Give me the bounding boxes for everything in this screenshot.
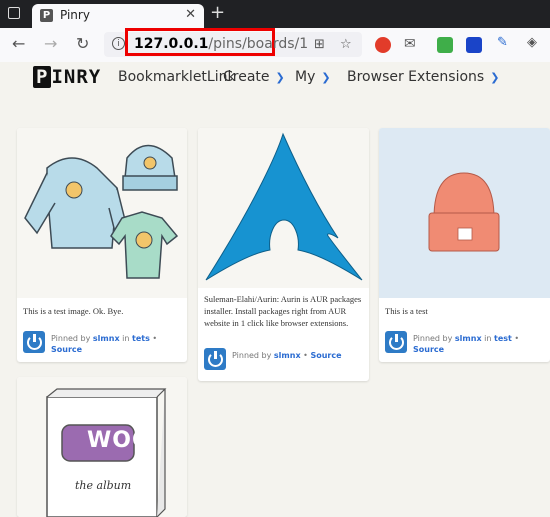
- pin-image-clothes[interactable]: [17, 128, 187, 298]
- tab-title: Pinry: [60, 8, 90, 22]
- menu-my[interactable]: My ❯: [295, 69, 331, 85]
- pin-card[interactable]: Suleman-Elahi/Aurin: Aurin is AUR packag…: [198, 128, 369, 381]
- pin-description: This is a test: [385, 306, 428, 316]
- mail-icon[interactable]: ✉: [404, 36, 416, 52]
- menu-browser-extensions-label: Browser Extensions: [347, 69, 485, 85]
- pin-user-link[interactable]: slmnx: [274, 351, 301, 360]
- pin-in-label: in: [122, 334, 130, 343]
- pin-source-link[interactable]: Source: [51, 345, 82, 354]
- browser-tab-bar: P Pinry ✕ +: [0, 0, 550, 28]
- pinry-header: P INRY BookmarkletLink Create ❯ My ❯ Browse…: [0, 62, 550, 96]
- chevron-down-icon: ❯: [490, 71, 500, 84]
- menu-browser-extensions[interactable]: Browser Extensions ❯: [347, 69, 499, 85]
- menu-create[interactable]: Create ❯: [223, 69, 285, 85]
- pin-card[interactable]: WOO the album: [17, 377, 187, 517]
- extension-red-icon[interactable]: [375, 37, 391, 53]
- pin-description: This is a test image. Ok. Bye.: [23, 306, 124, 316]
- user-avatar-icon[interactable]: [385, 331, 407, 353]
- menu-create-label: Create: [223, 69, 270, 85]
- url-text[interactable]: 127.0.0.1/pins/boards/1: [134, 36, 308, 52]
- pin-board-link[interactable]: tets: [132, 334, 150, 343]
- extension-puzzle-icon[interactable]: ◈: [527, 35, 537, 50]
- browser-nav-bar: ← → ↻ i 127.0.0.1/pins/boards/1 ⊞ ☆ ✉ ✎ …: [0, 28, 550, 63]
- album-caption: the album: [75, 479, 132, 492]
- bookmark-star-icon[interactable]: ☆: [340, 37, 352, 52]
- pin-attribution: Pinned by slmnx in test • Source: [413, 334, 520, 354]
- extension-feather-icon[interactable]: ✎: [497, 35, 508, 50]
- pin-description: Suleman-Elahi/Aurin: Aurin is AUR packag…: [204, 294, 362, 328]
- pinned-by-label: Pinned by: [51, 334, 91, 343]
- back-arrow-icon[interactable]: ←: [12, 34, 25, 53]
- pin-image-beanie[interactable]: [379, 128, 550, 298]
- tab-overview-icon[interactable]: [8, 7, 20, 19]
- pinry-favicon-icon: P: [40, 9, 53, 22]
- chevron-down-icon: ❯: [275, 71, 285, 84]
- qr-code-icon[interactable]: ⊞: [314, 37, 325, 52]
- pin-source-link[interactable]: Source: [310, 351, 341, 360]
- close-tab-icon[interactable]: ✕: [185, 7, 196, 22]
- pinry-logo[interactable]: P INRY: [33, 66, 101, 88]
- menu-bookmarklet-link[interactable]: BookmarkletLink: [118, 69, 236, 85]
- pin-attribution: Pinned by slmnx • Source: [232, 351, 342, 360]
- menu-my-label: My: [295, 69, 316, 85]
- extension-green-icon[interactable]: [437, 37, 453, 53]
- pin-image-arch-logo[interactable]: [198, 128, 369, 288]
- pin-card[interactable]: This is a test Pinned by slmnx in test •…: [379, 128, 550, 362]
- forward-arrow-icon[interactable]: →: [44, 34, 57, 53]
- url-bar[interactable]: i 127.0.0.1/pins/boards/1 ⊞ ☆: [104, 28, 362, 57]
- browser-tab[interactable]: P Pinry ✕: [32, 4, 204, 28]
- chevron-down-icon: ❯: [321, 71, 331, 84]
- pin-in-label: in: [484, 334, 492, 343]
- pin-source-link[interactable]: Source: [413, 345, 444, 354]
- reload-icon[interactable]: ↻: [76, 34, 89, 53]
- user-avatar-icon[interactable]: [204, 348, 226, 370]
- user-avatar-icon[interactable]: [23, 331, 45, 353]
- new-tab-icon[interactable]: +: [210, 2, 225, 23]
- pin-user-link[interactable]: slmnx: [455, 334, 482, 343]
- extension-blue-icon[interactable]: [466, 37, 482, 53]
- pin-board-link[interactable]: test: [494, 334, 512, 343]
- woo-logo-text: WOO: [87, 428, 152, 453]
- pinned-by-label: Pinned by: [232, 351, 272, 360]
- url-host: 127.0.0.1: [134, 36, 209, 52]
- pinned-by-label: Pinned by: [413, 334, 453, 343]
- pin-attribution: Pinned by slmnx in tets • Source: [51, 334, 158, 354]
- info-icon[interactable]: i: [112, 37, 125, 50]
- pin-user-link[interactable]: slmnx: [93, 334, 120, 343]
- pin-card[interactable]: This is a test image. Ok. Bye. Pinned by…: [17, 128, 187, 362]
- url-path: /pins/boards/1: [208, 36, 309, 52]
